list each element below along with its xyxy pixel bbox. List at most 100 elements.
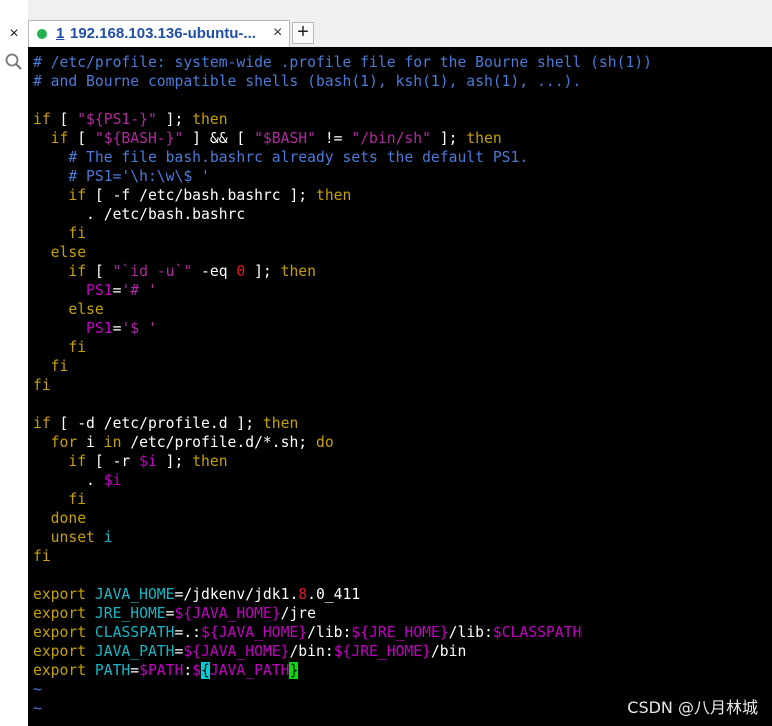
code-token: i — [103, 529, 113, 546]
code-token: [ — [68, 130, 95, 147]
code-token: # PS1='\h:\w\$ ' — [33, 168, 210, 185]
code-token: PS1 — [33, 282, 113, 299]
terminal-line: if [ "${PS1-}" ]; then — [33, 110, 228, 129]
code-token: $i — [139, 453, 157, 470]
code-token: fi — [33, 225, 87, 242]
code-token: "/bin/sh" — [351, 130, 431, 147]
code-token: PS1 — [33, 320, 113, 337]
code-token: = — [130, 662, 140, 679]
connected-status-icon — [37, 29, 47, 39]
code-token: = — [165, 605, 175, 622]
code-token: in — [103, 434, 122, 451]
terminal-line: for i in /etc/profile.d/*.sh; do — [33, 433, 334, 452]
code-token: ]; — [156, 453, 193, 470]
terminal-line: . /etc/bash.bashrc — [33, 205, 245, 224]
tab-title: 192.168.103.136-ubuntu-... — [70, 25, 256, 42]
terminal-line: export JRE_HOME=${JAVA_HOME}/jre — [33, 604, 316, 623]
code-token: JAVA_HOME — [94, 586, 175, 603]
code-token: ${JRE_HOME} — [351, 624, 449, 641]
code-token: export — [33, 662, 87, 679]
code-token: ] && [ — [183, 130, 255, 147]
code-token: JRE_HOME — [94, 605, 166, 622]
terminal-line: fi — [33, 376, 51, 395]
text-cursor: { — [201, 662, 210, 679]
terminal-line: ~ — [33, 680, 42, 699]
code-token: if — [33, 130, 69, 147]
code-token: : — [183, 662, 193, 679]
terminal-line: else — [33, 243, 86, 262]
code-token: done — [33, 510, 87, 527]
terminal-line: export JAVA_HOME=/jdkenv/jdk1.8.0_411 — [33, 585, 360, 604]
code-token: ]; — [156, 111, 193, 128]
code-token: ${JAVA_HOME} — [201, 624, 308, 641]
code-token: $i — [103, 472, 122, 489]
code-token: then — [466, 130, 502, 147]
tab-close-icon[interactable]: × — [273, 24, 282, 42]
code-token: if — [33, 415, 51, 432]
code-token: [ — [50, 111, 78, 128]
code-token: export — [33, 643, 87, 660]
code-token: i — [77, 434, 104, 451]
terminal-line: fi — [33, 338, 86, 357]
terminal-line: if [ -f /etc/bash.bashrc ]; then — [33, 186, 351, 205]
terminal-line: fi — [33, 357, 69, 376]
terminal-line: export CLASSPATH=.:${JAVA_HOME}/lib:${JR… — [33, 623, 581, 642]
code-token: -eq — [192, 263, 237, 280]
code-token: # and Bourne compatible shells (bash(1),… — [33, 73, 582, 90]
code-token: =.: — [174, 624, 202, 641]
code-token: . /etc/bash.bashrc — [33, 206, 246, 223]
code-token: ${JAVA_HOME} — [183, 643, 290, 660]
code-token: ${JAVA_HOME} — [174, 605, 281, 622]
code-token: "${BASH-}" — [94, 130, 184, 147]
terminal-line: else — [33, 300, 104, 319]
terminal-line: # and Bourne compatible shells (bash(1),… — [33, 72, 581, 91]
code-token: $CLASSPATH — [492, 624, 582, 641]
code-token: then — [192, 453, 228, 470]
code-token: do — [315, 434, 334, 451]
tab-bar: 1 192.168.103.136-ubuntu-... × + — [28, 0, 772, 47]
code-token: [ — [86, 263, 113, 280]
terminal-line: export JAVA_PATH=${JAVA_HOME}/bin:${JRE_… — [33, 642, 466, 661]
code-token: ]; — [245, 263, 281, 280]
code-token: "${PS1-}" — [77, 111, 157, 128]
code-token: [ -d /etc/profile.d ]; — [50, 415, 263, 432]
code-token: "`id -u`" — [112, 263, 193, 280]
terminal-line: PS1='# ' — [33, 281, 157, 300]
terminal-line: fi — [33, 547, 51, 566]
text-cursor: } — [289, 662, 299, 679]
search-icon[interactable] — [4, 52, 24, 72]
terminal-line: fi — [33, 224, 86, 243]
code-token: fi — [33, 491, 87, 508]
code-token: /jre — [280, 605, 316, 622]
code-token: then — [192, 111, 228, 128]
code-token: else — [33, 244, 87, 261]
code-token: ${JRE_HOME} — [333, 643, 431, 660]
code-token: if — [33, 453, 87, 470]
new-tab-button[interactable]: + — [292, 22, 314, 44]
code-token: fi — [33, 339, 87, 356]
session-tab[interactable]: 1 192.168.103.136-ubuntu-... × — [28, 20, 290, 47]
code-token: $ — [192, 662, 202, 679]
terminal-line: fi — [33, 490, 86, 509]
code-token: /bin: — [289, 643, 334, 660]
code-token: ]; — [430, 130, 467, 147]
code-token: ~ — [33, 700, 42, 717]
code-token: 0 — [236, 263, 246, 280]
code-token: else — [33, 301, 104, 318]
code-token: /bin — [430, 643, 467, 660]
terminal-line: export PATH=$PATH:${JAVA_PATH} — [33, 661, 299, 680]
code-token: != — [316, 130, 352, 147]
close-icon[interactable]: × — [6, 24, 22, 44]
code-token: export — [33, 605, 87, 622]
terminal-editor[interactable]: # /etc/profile: system-wide .profile fil… — [28, 47, 772, 726]
code-token: 8 — [298, 586, 308, 603]
code-token: JAVA_PATH — [94, 643, 175, 660]
code-token: then — [280, 263, 316, 280]
terminal-line: . $i — [33, 471, 121, 490]
terminal-line: # PS1='\h:\w\$ ' — [33, 167, 210, 186]
code-token: '# ' — [121, 282, 157, 299]
